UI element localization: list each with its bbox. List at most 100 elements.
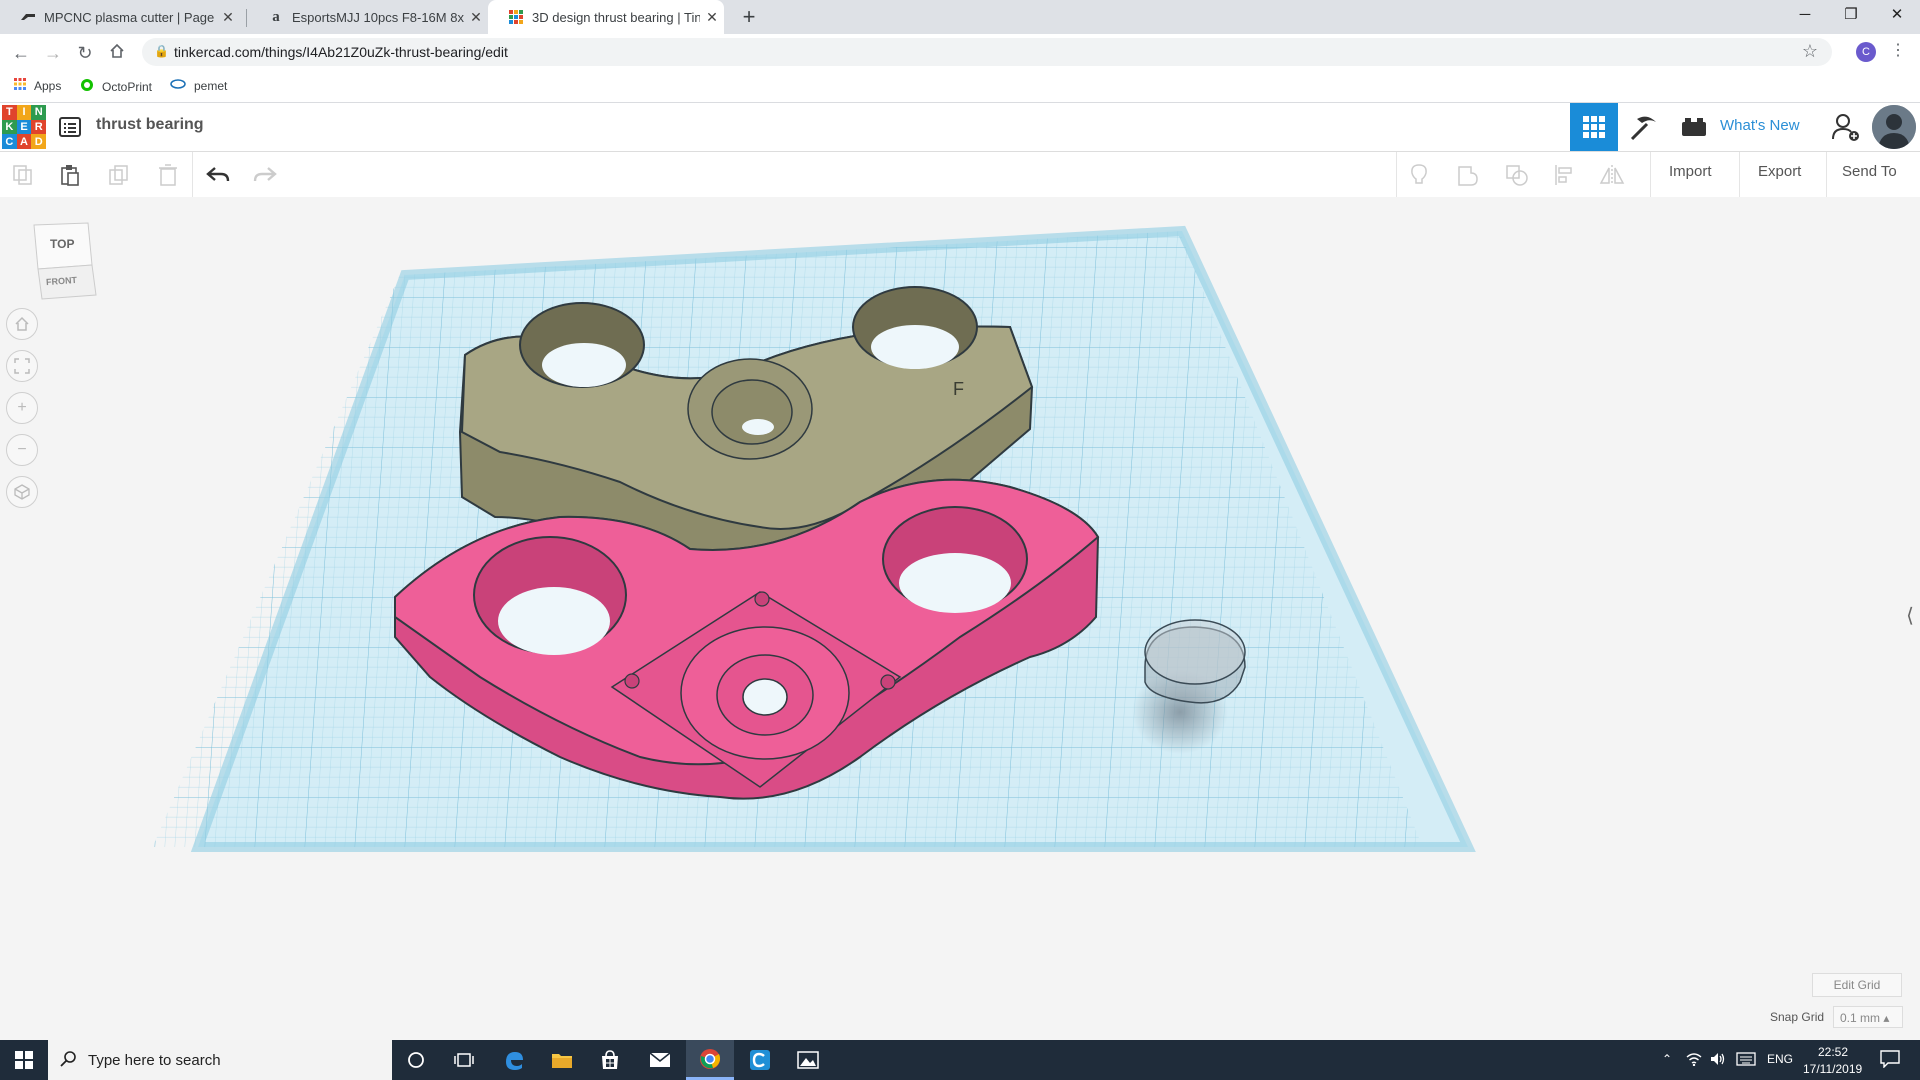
bookmark-label: pemet: [194, 78, 228, 93]
logo-letter: N: [31, 105, 46, 120]
align-icon[interactable]: [1550, 160, 1580, 190]
tinkercad-toolbar: Import Export Send To: [0, 152, 1920, 198]
store-icon[interactable]: [586, 1040, 634, 1080]
view-cube[interactable]: TOP FRONT: [30, 221, 100, 301]
zoom-in-icon[interactable]: +: [6, 392, 38, 424]
fit-view-icon[interactable]: [6, 350, 38, 382]
lightbulb-icon[interactable]: [1404, 160, 1434, 190]
edge-browser-icon[interactable]: [490, 1040, 538, 1080]
bricks-icon[interactable]: [1670, 103, 1718, 151]
paste-icon[interactable]: [55, 160, 85, 190]
viewcube-top-label[interactable]: TOP: [50, 237, 74, 251]
logo-letter: E: [16, 119, 32, 135]
logo-letter: R: [31, 119, 46, 135]
perspective-icon[interactable]: [6, 476, 38, 508]
add-user-icon[interactable]: [1822, 103, 1870, 151]
apps-grid-icon: [14, 78, 26, 93]
mail-icon[interactable]: [636, 1040, 684, 1080]
close-tab-icon[interactable]: ✕: [216, 9, 240, 26]
bookmark-apps[interactable]: Apps: [14, 78, 61, 93]
part-letter: F: [953, 379, 964, 399]
tinkercad-logo[interactable]: T I N K E R C A D: [2, 105, 46, 149]
file-explorer-icon[interactable]: [538, 1040, 586, 1080]
tab-title: 3D design thrust bearing | Tinker: [532, 9, 700, 25]
search-placeholder: Type here to search: [88, 1052, 221, 1069]
export-button[interactable]: Export: [1758, 163, 1801, 180]
3d-view-grid-icon[interactable]: [1570, 103, 1618, 151]
taskbar-search[interactable]: Type here to search: [48, 1040, 392, 1080]
logo-letter: A: [16, 134, 32, 149]
workspace-canvas[interactable]: F TOP FRONT + − ⟨ Edit Grid Snap Grid 0.…: [0, 197, 1920, 1040]
mirror-icon[interactable]: [1597, 160, 1627, 190]
design-list-icon[interactable]: [58, 115, 82, 139]
home-view-icon[interactable]: [6, 308, 38, 340]
send-to-button[interactable]: Send To: [1842, 163, 1897, 180]
trash-icon[interactable]: [153, 160, 183, 190]
chrome-taskbar-icon[interactable]: [686, 1040, 734, 1080]
browser-tab-active[interactable]: 3D design thrust bearing | Tinker ✕: [488, 0, 724, 34]
minimize-window-button[interactable]: ─: [1782, 0, 1828, 30]
snap-grid-select[interactable]: 0.1 mm ▴: [1833, 1006, 1903, 1028]
home-icon[interactable]: [104, 40, 130, 66]
group-icon[interactable]: [1453, 160, 1483, 190]
cortana-icon[interactable]: [392, 1040, 440, 1080]
pickaxe-icon[interactable]: [1620, 103, 1668, 151]
tab-title: MPCNC plasma cutter | Page 2 | …: [44, 9, 216, 25]
more-menu-icon[interactable]: ⋮: [1890, 40, 1906, 60]
notifications-icon[interactable]: [1880, 1050, 1900, 1071]
bookmarks-bar: Apps OctoPrint pemet: [0, 70, 1920, 103]
url-text: tinkercad.com/things/I4Ab21Z0uZk-thrust-…: [174, 44, 508, 60]
logo-letter: K: [2, 119, 17, 135]
bookmark-octoprint[interactable]: OctoPrint: [80, 78, 152, 95]
logo-letter: C: [2, 134, 17, 149]
viewcube-front-label[interactable]: FRONT: [46, 275, 78, 287]
address-bar[interactable]: 🔒 tinkercad.com/things/I4Ab21Z0uZk-thrus…: [142, 38, 1832, 66]
tab-separator: [246, 9, 247, 27]
wifi-icon[interactable]: [1686, 1052, 1702, 1069]
cura-icon[interactable]: [736, 1040, 784, 1080]
tab-title: EsportsMJJ 10pcs F8-16M 8x16x5: [292, 9, 464, 25]
whats-new-link[interactable]: What's New: [1720, 117, 1800, 134]
duplicate-icon[interactable]: [104, 160, 134, 190]
language-indicator[interactable]: ENG: [1767, 1052, 1793, 1066]
copy-icon[interactable]: [8, 160, 38, 190]
lock-icon: 🔒: [154, 44, 169, 58]
forward-arrow-icon[interactable]: →: [40, 40, 66, 66]
design-title[interactable]: thrust bearing: [96, 116, 204, 134]
clock-date[interactable]: 17/11/2019: [1803, 1062, 1862, 1076]
new-tab-button[interactable]: +: [736, 4, 762, 30]
pemet-icon: [170, 78, 186, 93]
import-button[interactable]: Import: [1669, 163, 1712, 180]
keyboard-icon[interactable]: [1736, 1052, 1756, 1069]
clock-time[interactable]: 22:52: [1818, 1045, 1848, 1059]
restore-window-button[interactable]: ❐: [1828, 0, 1874, 30]
photos-icon[interactable]: [784, 1040, 832, 1080]
octoprint-icon: [80, 78, 94, 95]
collapse-panel-chevron-icon[interactable]: ⟨: [1900, 601, 1920, 631]
reload-icon[interactable]: ↻: [72, 40, 98, 66]
snap-grid-label: Snap Grid: [1770, 1010, 1825, 1024]
bookmark-pemet[interactable]: pemet: [170, 78, 227, 93]
task-view-icon[interactable]: [440, 1040, 488, 1080]
close-tab-icon[interactable]: ✕: [464, 9, 488, 26]
mpcnc-favicon: [20, 9, 36, 25]
close-tab-icon[interactable]: ✕: [700, 9, 724, 26]
bookmark-label: OctoPrint: [102, 79, 153, 94]
ungroup-icon[interactable]: [1502, 160, 1532, 190]
redo-icon[interactable]: [250, 160, 280, 190]
zoom-out-icon[interactable]: −: [6, 434, 38, 466]
user-avatar[interactable]: [1872, 105, 1916, 149]
browser-tab[interactable]: a EsportsMJJ 10pcs F8-16M 8x16x5 ✕: [248, 0, 488, 34]
browser-tab[interactable]: MPCNC plasma cutter | Page 2 | … ✕: [0, 0, 240, 34]
edit-grid-button[interactable]: Edit Grid: [1812, 973, 1902, 997]
search-icon: [60, 1050, 78, 1073]
back-arrow-icon[interactable]: ←: [8, 40, 34, 66]
windows-start-icon[interactable]: [0, 1040, 48, 1080]
close-window-button[interactable]: ✕: [1874, 0, 1920, 30]
volume-icon[interactable]: [1710, 1052, 1726, 1069]
toolbar-divider: [1396, 152, 1397, 197]
profile-avatar[interactable]: C: [1856, 42, 1876, 62]
tray-chevron-icon[interactable]: ⌃: [1662, 1052, 1672, 1066]
bookmark-star-icon[interactable]: ☆: [1802, 41, 1818, 62]
undo-icon[interactable]: [203, 160, 233, 190]
